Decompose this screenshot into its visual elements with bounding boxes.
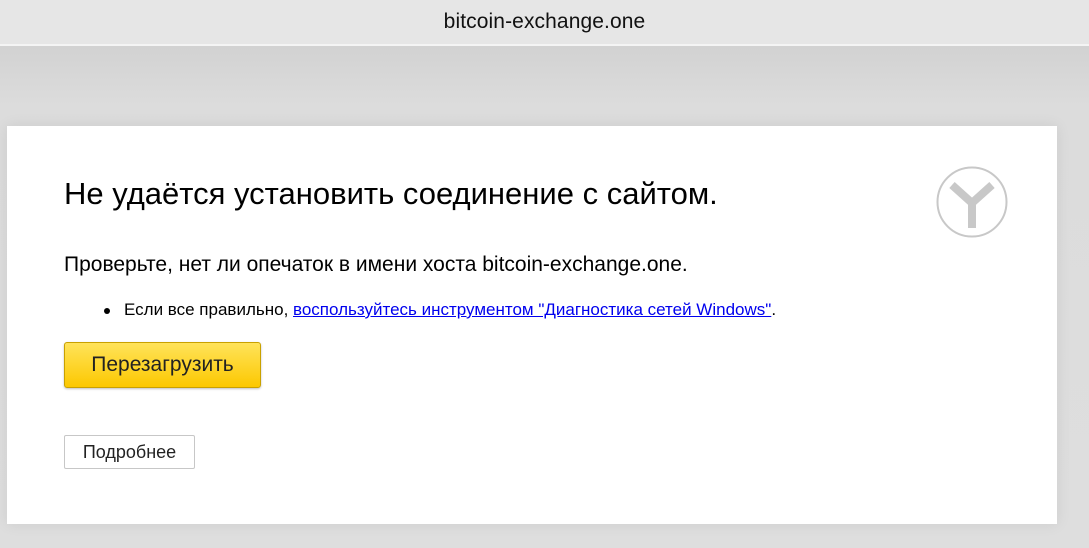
- error-title: Не удаётся установить соединение с сайто…: [64, 176, 718, 211]
- tip-list-item: Если все правильно, воспользуйтесь инстр…: [104, 300, 776, 320]
- address-bar[interactable]: bitcoin-exchange.one: [0, 0, 1089, 46]
- error-card: Не удаётся установить соединение с сайто…: [7, 126, 1057, 524]
- tip-prefix: Если все правильно,: [124, 300, 294, 319]
- reload-button[interactable]: Перезагрузить: [64, 342, 261, 388]
- bullet-icon: [104, 308, 110, 314]
- error-subtitle: Проверьте, нет ли опечаток в имени хоста…: [64, 253, 688, 276]
- details-button[interactable]: Подробнее: [64, 435, 195, 469]
- address-bar-host[interactable]: bitcoin-exchange.one: [444, 10, 646, 34]
- tip-suffix: .: [771, 300, 777, 319]
- network-diagnostics-link[interactable]: воспользуйтесь инструментом "Диагностика…: [293, 300, 771, 320]
- yandex-browser-logo-icon: [936, 166, 1008, 238]
